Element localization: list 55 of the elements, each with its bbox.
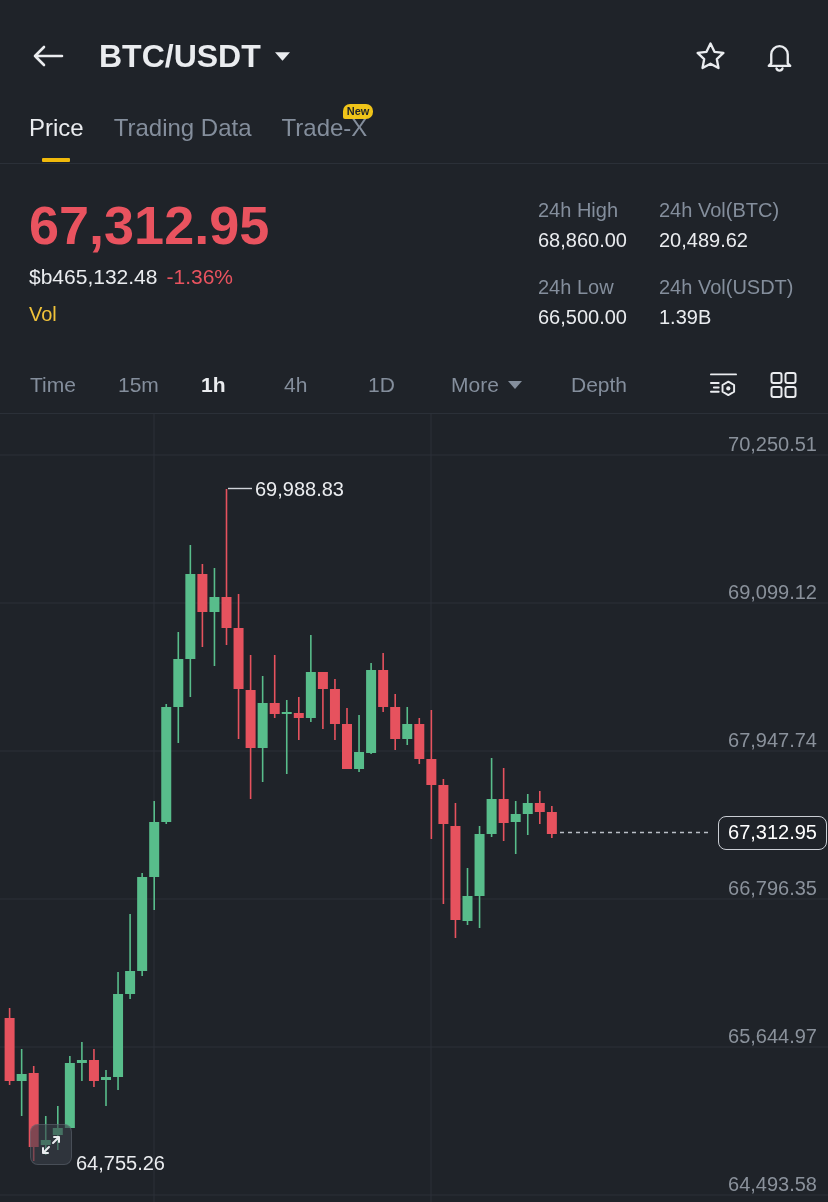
expand-button[interactable]: [30, 1124, 72, 1165]
caret-icon: [507, 380, 522, 389]
price-change: -1.36%: [166, 264, 233, 290]
price-axis-label: 67,947.74: [728, 728, 817, 752]
pair-selector[interactable]: BTC/USDT: [99, 36, 290, 76]
caret-icon: [274, 51, 290, 61]
stat-label: 24h Low: [538, 275, 615, 299]
price-axis-label: 65,644.97: [728, 1024, 817, 1048]
falling-candle: [329, 678, 340, 741]
interval-tab[interactable]: Depth: [571, 370, 628, 399]
interval-tab[interactable]: 4h: [284, 370, 308, 399]
rising-candle: [510, 800, 521, 855]
rising-candle: [402, 706, 413, 746]
rising-candle: [40, 1115, 51, 1156]
price-axis-label: 70,250.51: [728, 432, 817, 456]
new-badge: New: [342, 104, 374, 119]
indicator-settings-icon[interactable]: [710, 371, 737, 398]
price-axis-label: 69,099.12: [728, 580, 817, 604]
rising-candle: [16, 1048, 27, 1117]
falling-candle: [342, 707, 352, 770]
falling-candle: [88, 1048, 99, 1088]
last-price-tag: 67,312.95: [718, 816, 827, 850]
falling-candle: [378, 652, 389, 713]
stat-label: 24h High: [538, 198, 620, 222]
stat-value: 66,500.00: [538, 305, 627, 329]
tab[interactable]: Price: [29, 112, 84, 163]
stat-value: 68,860.00: [538, 228, 627, 252]
interval-tab[interactable]: 1D: [368, 370, 395, 399]
vol-label: Vol: [29, 302, 57, 326]
price-axis-label: 66,796.35: [728, 876, 817, 900]
falling-candle: [317, 671, 328, 730]
tab[interactable]: Trading Data: [113, 112, 252, 163]
back-arrow-icon[interactable]: [32, 44, 64, 68]
rising-candle: [101, 1069, 111, 1107]
falling-candle: [390, 693, 401, 751]
high-price-label: 69,988.83: [255, 477, 344, 501]
grid-layout-icon[interactable]: [770, 371, 797, 398]
rising-candle: [522, 793, 533, 836]
falling-candle: [269, 654, 280, 719]
price-axis-label: 64,493.58: [728, 1172, 817, 1196]
leader-line: [227, 487, 253, 490]
low-price-label: 64,755.26: [76, 1151, 165, 1175]
stat-label: 24h Vol(BTC): [659, 198, 780, 222]
stat-value: 20,489.62: [659, 228, 749, 252]
falling-candle: [534, 790, 545, 825]
falling-candle: [546, 805, 557, 839]
fiat-price: $b465,132.48: [29, 264, 158, 290]
interval-tab[interactable]: 1h: [201, 370, 226, 399]
more-dropdown[interactable]: More: [451, 370, 522, 399]
stat-label: 24h Vol(USDT): [659, 275, 794, 299]
interval-tab[interactable]: Time: [30, 370, 76, 399]
falling-candle: [293, 696, 304, 741]
last-price: 67,312.95: [29, 195, 270, 255]
interval-tab[interactable]: 15m: [118, 370, 159, 399]
stat-value: 1.39B: [659, 305, 713, 329]
